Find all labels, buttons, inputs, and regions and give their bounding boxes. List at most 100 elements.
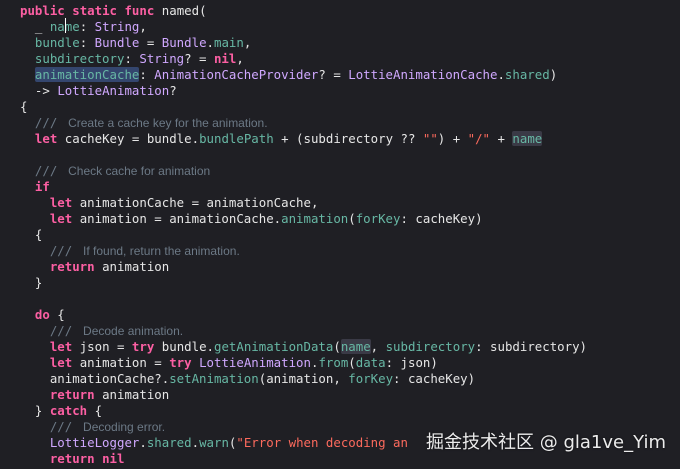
code-token: If found, return the animation.: [79, 244, 240, 258]
code-token: cacheKey = bundle.: [57, 131, 200, 146]
code-token: (animation,: [258, 371, 349, 386]
code-line[interactable]: } catch {: [20, 403, 102, 419]
code-line[interactable]: return animation: [20, 387, 169, 403]
code-editor[interactable]: public static func named( _ name: String…: [0, 0, 680, 469]
code-line[interactable]: -> LottieAnimation?: [20, 83, 177, 99]
code-token: ,: [370, 339, 386, 354]
code-line[interactable]: _ name: String,: [20, 19, 147, 35]
code-token: String: [94, 19, 140, 34]
code-token: shared: [146, 435, 192, 450]
code-line[interactable]: do {: [20, 307, 65, 323]
code-token: ): [549, 67, 558, 82]
code-token: try: [131, 339, 155, 354]
code-line[interactable]: return nil: [20, 451, 125, 467]
code-token: ,: [243, 35, 252, 50]
code-token: : cacheKey): [400, 211, 483, 226]
code-token: setAnimation: [169, 371, 259, 386]
code-token: "Error when decoding an: [236, 435, 408, 450]
code-line[interactable]: let animation = try LottieAnimation.from…: [20, 355, 438, 371]
code-line[interactable]: /// Decode animation.: [20, 323, 183, 339]
code-token: .: [497, 67, 505, 82]
code-token: ? =: [184, 51, 214, 66]
code-line[interactable]: /// Create a cache key for the animation…: [20, 115, 268, 131]
code-token: forKey: [355, 211, 401, 226]
code-token: Create a cache key for the animation.: [64, 116, 268, 130]
code-token: named(: [154, 3, 207, 18]
code-line[interactable]: animationCache?.setAnimation(animation, …: [20, 371, 475, 387]
code-line[interactable]: {: [20, 99, 27, 115]
code-line[interactable]: let json = try bundle.getAnimationData(n…: [20, 339, 587, 355]
code-line[interactable]: return animation: [20, 259, 169, 275]
code-token: _: [20, 19, 50, 34]
code-line[interactable]: animationCache: AnimationCacheProvider? …: [20, 67, 557, 83]
code-token: static: [72, 3, 117, 18]
code-token: ->: [20, 83, 58, 98]
code-token: {: [20, 227, 43, 242]
code-line[interactable]: public static func named(: [20, 3, 207, 19]
code-token: animation: [94, 387, 170, 402]
code-token: :: [79, 35, 95, 50]
code-line[interactable]: }: [20, 275, 42, 291]
code-line[interactable]: bundle: Bundle = Bundle.main,: [20, 35, 251, 51]
code-token: LottieAnimationCache: [348, 67, 498, 82]
code-token: (: [348, 211, 356, 226]
code-token: bundle.: [154, 339, 214, 354]
code-token: getAnimationData: [214, 339, 334, 354]
code-token: {: [87, 403, 103, 418]
code-token: let: [49, 339, 73, 354]
code-line[interactable]: /// Decoding error.: [20, 419, 165, 435]
code-token: func: [124, 3, 155, 18]
code-token: +: [490, 131, 513, 146]
code-token: ///: [20, 419, 80, 434]
code-line[interactable]: {: [20, 227, 42, 243]
code-token: bundle: [20, 35, 80, 50]
code-line[interactable]: LottieLogger.shared.warn("Error when dec…: [20, 435, 408, 451]
code-token: json =: [72, 339, 132, 354]
code-token: .: [191, 435, 200, 450]
code-token: Decoding error.: [79, 420, 166, 434]
code-line[interactable]: let cacheKey = bundle.bundlePath + (subd…: [20, 131, 543, 147]
code-token: subdirectory: [20, 51, 125, 66]
code-line[interactable]: subdirectory: String? = nil,: [20, 51, 244, 67]
code-line[interactable]: if: [20, 179, 50, 195]
code-token: return: [49, 387, 95, 402]
code-token: :: [124, 51, 140, 66]
code-token: ) +: [437, 131, 468, 146]
code-token: ///: [20, 323, 80, 338]
code-line[interactable]: /// Check cache for animation: [20, 163, 210, 179]
code-line[interactable]: /// If found, return the animation.: [20, 243, 240, 259]
code-token: animationCache?.: [20, 371, 170, 386]
code-token: : subdirectory): [475, 339, 588, 354]
code-token: return: [49, 259, 95, 274]
code-token: ///: [20, 115, 65, 130]
code-token: ,: [139, 19, 147, 34]
code-token: let: [34, 131, 58, 146]
code-token: Bundle: [94, 35, 140, 50]
code-line[interactable]: let animation = animationCache.animation…: [20, 211, 483, 227]
code-token: let: [49, 355, 73, 370]
code-token: forKey: [348, 371, 394, 386]
code-token: ?: [169, 83, 177, 98]
code-token: ///: [20, 243, 80, 258]
code-token: AnimationCacheProvider: [154, 67, 319, 82]
code-line[interactable]: let animationCache = animationCache,: [20, 195, 319, 211]
code-token: : json): [385, 355, 438, 370]
code-token: :: [79, 19, 95, 34]
watermark: 掘金技术社区 @ gla1ve_Yim: [426, 432, 666, 453]
code-token: Check cache for animation: [64, 164, 211, 178]
code-token: animation: [94, 259, 170, 274]
code-token: (: [348, 355, 356, 370]
code-token: Decode animation.: [79, 324, 184, 338]
code-token: {: [20, 99, 28, 114]
code-token: main: [214, 35, 244, 50]
